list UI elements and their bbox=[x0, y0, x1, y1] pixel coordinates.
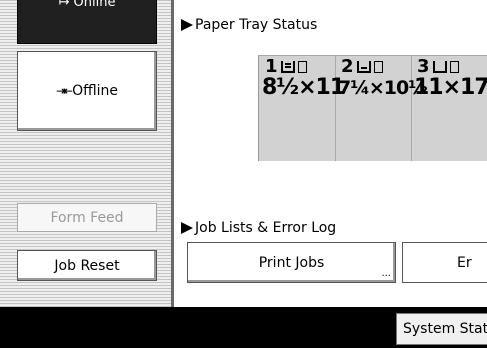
tray-1: 1 8½×11 bbox=[259, 56, 345, 161]
job-reset-label: Job Reset bbox=[54, 257, 120, 274]
tray-paper-size: 11×17 bbox=[414, 75, 487, 100]
system-status-label: System Statu bbox=[403, 321, 487, 337]
job-lists-heading: Job Lists & Error Log bbox=[181, 220, 336, 236]
paper-tray-panel: 1 8½×11 2 7¼×10½ 3 11×17 bbox=[258, 55, 487, 161]
paper-stack-full-icon bbox=[280, 60, 295, 73]
print-jobs-button[interactable]: Print Jobs ... bbox=[187, 242, 396, 283]
offline-arrows-icon: ⇥⇤ bbox=[55, 84, 73, 98]
panel-divider bbox=[171, 0, 174, 307]
form-feed-button[interactable]: Form Feed bbox=[17, 203, 157, 232]
error-log-label: Er bbox=[457, 254, 472, 271]
more-ellipsis-icon: ... bbox=[381, 268, 391, 279]
form-feed-label: Form Feed bbox=[50, 209, 124, 226]
online-label: ↦ Online bbox=[58, 0, 116, 10]
paper-stack-empty-icon bbox=[432, 60, 447, 73]
error-log-button[interactable]: Er bbox=[402, 242, 487, 283]
tray-paper-size: 8½×11 bbox=[262, 75, 345, 100]
paper-orientation-icon bbox=[449, 60, 459, 73]
printer-panel-screen: ↦ Online ⇥⇤ Offline Form Feed Job Reset … bbox=[0, 0, 487, 348]
tray-3: 3 11×17 bbox=[411, 56, 487, 161]
tray-number: 2 bbox=[341, 56, 354, 77]
paper-tray-status-heading: Paper Tray Status bbox=[181, 17, 317, 33]
left-panel: ↦ Online ⇥⇤ Offline Form Feed Job Reset bbox=[0, 0, 171, 307]
job-reset-button[interactable]: Job Reset bbox=[17, 250, 157, 281]
triangle-right-icon bbox=[181, 19, 193, 31]
paper-stack-mid-icon bbox=[356, 60, 371, 73]
paper-tray-status-title: Paper Tray Status bbox=[195, 17, 318, 33]
triangle-right-icon bbox=[181, 222, 193, 234]
tray-number: 1 bbox=[265, 56, 278, 77]
system-status-button[interactable]: System Statu bbox=[396, 313, 487, 345]
paper-orientation-icon bbox=[297, 60, 307, 73]
online-button[interactable]: ↦ Online bbox=[17, 0, 157, 44]
print-jobs-label: Print Jobs bbox=[258, 254, 325, 271]
tray-number: 3 bbox=[417, 56, 430, 77]
tray-2: 2 7¼×10½ bbox=[335, 56, 428, 161]
offline-label: Offline bbox=[72, 83, 119, 99]
job-lists-title: Job Lists & Error Log bbox=[195, 220, 337, 236]
paper-orientation-icon bbox=[373, 60, 383, 73]
offline-button[interactable]: ⇥⇤ Offline bbox=[17, 51, 157, 131]
